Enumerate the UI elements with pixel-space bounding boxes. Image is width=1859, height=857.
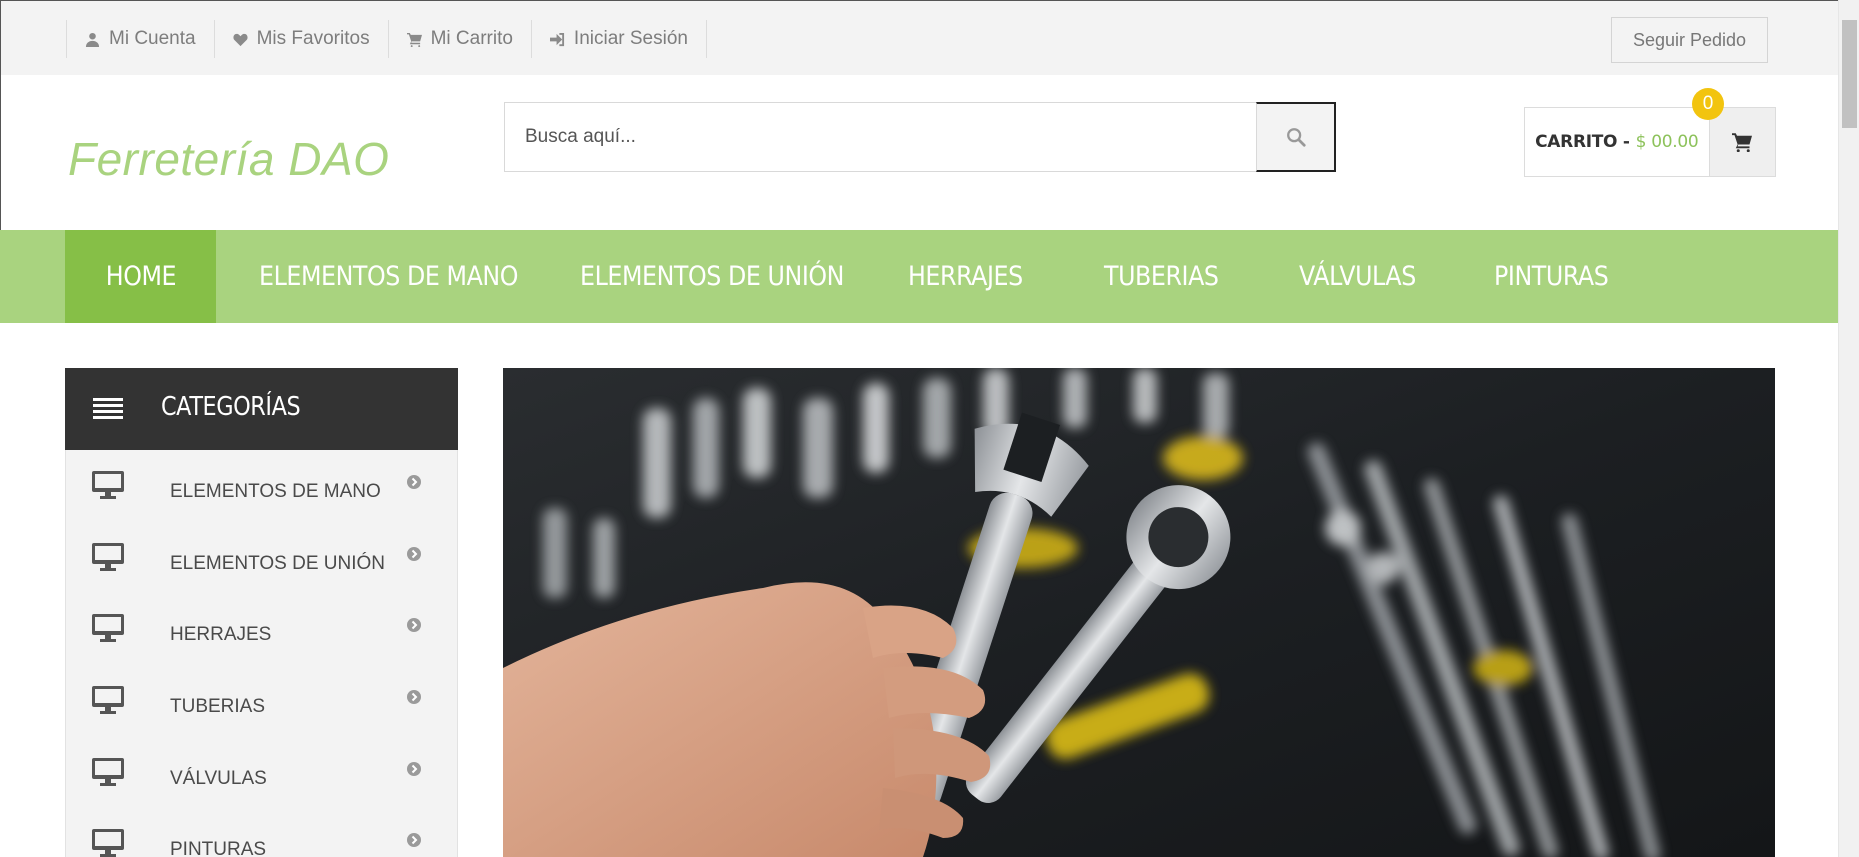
sidebar-item-tuberias[interactable]: TUBERIAS: [66, 665, 459, 725]
search-button[interactable]: [1256, 102, 1336, 172]
nav-home-label: HOME: [105, 261, 176, 292]
monitor-icon: [92, 758, 124, 786]
cart-label: CARRITO - $ 00.00: [1525, 108, 1709, 176]
my-cart-link[interactable]: Mi Carrito: [389, 20, 532, 58]
sidebar-item-label: TUBERIAS: [170, 696, 266, 717]
site-header: Ferretería DAO CARRITO - $ 00.00: [0, 75, 1838, 230]
menu-icon: [93, 398, 123, 419]
sidebar-item-label: HERRAJES: [170, 624, 272, 645]
monitor-icon: [92, 543, 124, 571]
cart-amount: $ 00.00: [1635, 132, 1699, 152]
sign-in-link[interactable]: Iniciar Sesión: [532, 20, 707, 58]
favorites-label: Mis Favoritos: [256, 28, 370, 49]
chevron-right-circle-icon: [407, 690, 421, 704]
monitor-icon: [92, 829, 124, 857]
my-cart-label: Mi Carrito: [430, 28, 513, 49]
sign-in-icon: [549, 32, 564, 46]
track-order-button[interactable]: Seguir Pedido: [1611, 17, 1768, 63]
search-bar: [504, 102, 1336, 172]
search-input[interactable]: [504, 102, 1256, 172]
top-utility-bar: Mi Cuenta Mis Favoritos Mi Carrito Inici…: [0, 0, 1838, 75]
monitor-icon: [92, 471, 124, 499]
chevron-right-circle-icon: [407, 475, 421, 489]
nav-item-home[interactable]: HOME: [65, 230, 216, 323]
cart-icon: [406, 32, 422, 47]
cart-title: CARRITO -: [1535, 132, 1630, 152]
search-icon: [1286, 128, 1306, 147]
main-nav: HOME ELEMENTOS DE MANO ELEMENTOS DE UNIÓ…: [0, 230, 1838, 323]
chevron-right-circle-icon: [407, 833, 421, 847]
favorites-link[interactable]: Mis Favoritos: [215, 20, 389, 58]
cart-summary[interactable]: CARRITO - $ 00.00: [1524, 107, 1776, 177]
account-links: Mi Cuenta Mis Favoritos Mi Carrito Inici…: [66, 20, 707, 58]
nav-item-herrajes[interactable]: HERRAJES: [908, 230, 1023, 323]
sidebar-item-elementos-de-union[interactable]: ELEMENTOS DE UNIÓN: [66, 522, 459, 582]
sign-in-label: Iniciar Sesión: [573, 28, 688, 49]
chevron-right-circle-icon: [407, 547, 421, 561]
categories-header[interactable]: CATEGORÍAS: [65, 368, 458, 450]
sidebar-item-elementos-de-mano[interactable]: ELEMENTOS DE MANO: [66, 450, 459, 510]
page-scrollbar[interactable]: [1838, 0, 1859, 857]
categories-list: ELEMENTOS DE MANO ELEMENTOS DE UNIÓN HERRA…: [65, 450, 458, 857]
cart-icon-box[interactable]: [1708, 108, 1775, 176]
cart-count-badge: 0: [1692, 88, 1724, 120]
shopping-cart-icon: [1732, 133, 1753, 152]
heart-icon: [233, 33, 248, 46]
hero-banner-image: [503, 368, 1775, 857]
nav-item-pinturas[interactable]: PINTURAS: [1494, 230, 1609, 323]
sidebar-item-herrajes[interactable]: HERRAJES: [66, 593, 459, 653]
categories-title: CATEGORÍAS: [161, 392, 301, 422]
nav-item-elementos-de-union[interactable]: ELEMENTOS DE UNIÓN: [580, 230, 844, 323]
sidebar-item-valvulas[interactable]: VÁLVULAS: [66, 737, 459, 797]
sidebar-item-label: VÁLVULAS: [170, 768, 267, 789]
sidebar-item-pinturas[interactable]: PINTURAS: [66, 808, 459, 857]
nav-item-tuberias[interactable]: TUBERIAS: [1104, 230, 1219, 323]
sidebar-item-label: PINTURAS: [170, 839, 267, 857]
nav-item-valvulas[interactable]: VÁLVULAS: [1299, 230, 1416, 323]
chevron-right-circle-icon: [407, 762, 421, 776]
sidebar-item-label: ELEMENTOS DE UNIÓN: [170, 553, 386, 574]
wrenches-photo: [503, 368, 1775, 857]
monitor-icon: [92, 614, 124, 642]
monitor-icon: [92, 686, 124, 714]
my-account-link[interactable]: Mi Cuenta: [67, 20, 215, 58]
site-logo[interactable]: Ferretería DAO: [68, 132, 389, 186]
sidebar-item-label: ELEMENTOS DE MANO: [170, 481, 381, 502]
my-account-label: Mi Cuenta: [109, 28, 196, 49]
scrollbar-thumb[interactable]: [1842, 20, 1857, 128]
nav-item-elementos-de-mano[interactable]: ELEMENTOS DE MANO: [259, 230, 518, 323]
chevron-right-circle-icon: [407, 618, 421, 632]
user-icon: [85, 32, 100, 47]
